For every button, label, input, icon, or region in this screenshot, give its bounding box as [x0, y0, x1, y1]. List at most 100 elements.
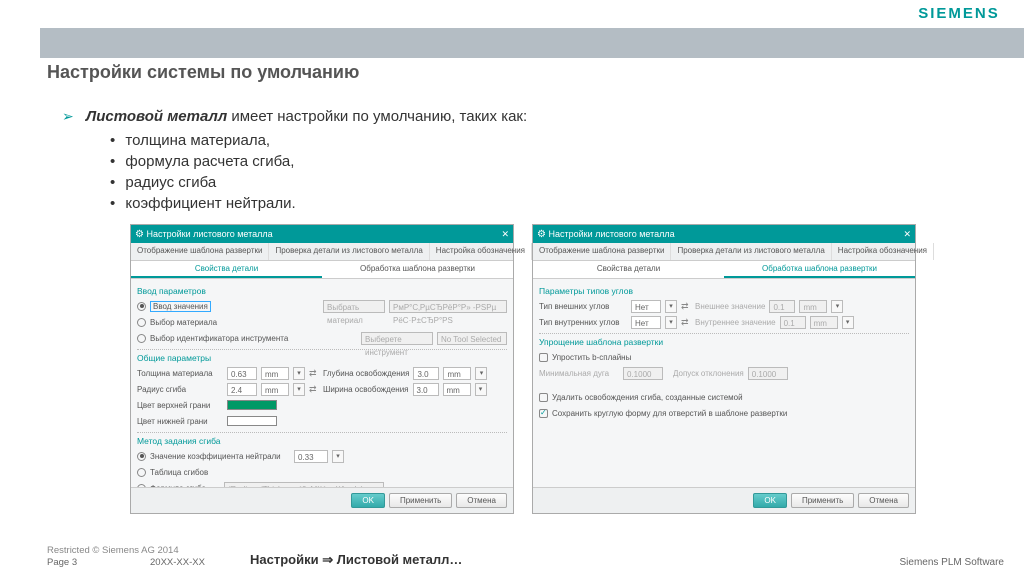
group-corner-params: Параметры типов углов: [539, 283, 909, 298]
top-color-swatch[interactable]: [227, 400, 277, 410]
close-icon[interactable]: ✕: [501, 229, 509, 240]
relief-depth-label: Глубина освобождения: [323, 369, 409, 378]
bottom-color-swatch[interactable]: [227, 416, 277, 426]
dialog-titlebar[interactable]: ⚙ Настройки листового металла ✕: [131, 225, 513, 243]
footer-page: Page 3: [47, 557, 77, 568]
tolerance-label: Допуск отклонения: [673, 369, 744, 378]
link-icon[interactable]: ⇄: [681, 317, 691, 327]
radio-material[interactable]: [137, 318, 146, 327]
chevron-down-icon: ▾: [842, 316, 854, 329]
dialog-titlebar[interactable]: ⚙ Настройки листового металла ✕: [533, 225, 915, 243]
siemens-logo: SIEMENS: [894, 0, 1024, 28]
tab-flat-pattern-display[interactable]: Отображение шаблона развертки: [533, 243, 671, 260]
relief-width-input[interactable]: 3.0: [413, 383, 439, 396]
neutral-factor-input[interactable]: 0.33: [294, 450, 328, 463]
apply-button[interactable]: Применить: [389, 493, 452, 508]
link-icon[interactable]: ⇄: [309, 368, 319, 378]
lower-tabs: Свойства детали Обработка шаблона развер…: [131, 261, 513, 279]
outside-value-label: Внешнее значение: [695, 302, 765, 311]
radio-material-label: Выбор материала: [150, 318, 217, 327]
outside-unit: mm: [799, 300, 827, 313]
chevron-down-icon[interactable]: ▾: [293, 367, 305, 380]
settings-dialog-part-properties: ⚙ Настройки листового металла ✕ Отображе…: [130, 224, 514, 514]
inside-corner-select[interactable]: Нет: [631, 316, 661, 329]
chevron-down-icon[interactable]: ▾: [475, 367, 487, 380]
ok-button[interactable]: OK: [753, 493, 787, 508]
cancel-button[interactable]: Отмена: [456, 493, 507, 508]
tab-part-properties[interactable]: Свойства детали: [533, 261, 724, 278]
tab-annotation[interactable]: Настройка обозначения: [430, 243, 532, 260]
intro-strong: Листовой металл: [86, 108, 227, 125]
check-simplify-bsplines[interactable]: [539, 353, 548, 362]
group-parameter-entry: Ввод параметров: [137, 283, 507, 298]
tab-flat-pattern-treatment[interactable]: Обработка шаблона развертки: [724, 261, 915, 278]
relief-width-label: Ширина освобождения: [323, 385, 409, 394]
inside-value-input: 0.1: [780, 316, 806, 329]
close-icon[interactable]: ✕: [903, 229, 911, 240]
bend-table-label: Таблица сгибов: [150, 468, 208, 477]
chevron-down-icon[interactable]: ▾: [332, 450, 344, 463]
relief-depth-unit[interactable]: mm: [443, 367, 471, 380]
bend-radius-unit[interactable]: mm: [261, 383, 289, 396]
group-global-params: Общие параметры: [137, 349, 507, 365]
outside-corner-label: Тип внешних углов: [539, 302, 627, 311]
gear-icon: ⚙: [537, 229, 546, 240]
inside-corner-label: Тип внутренних углов: [539, 318, 627, 327]
arrow-icon: ➢: [62, 108, 74, 124]
group-simplify: Упрощение шаблона развертки: [539, 333, 909, 349]
tab-flat-pattern-treatment[interactable]: Обработка шаблона развертки: [322, 261, 513, 278]
footer-date: 20XX-XX-XX: [150, 557, 205, 568]
inside-unit: mm: [810, 316, 838, 329]
check-remove-relief[interactable]: [539, 393, 548, 402]
ok-button[interactable]: OK: [351, 493, 385, 508]
tab-part-validation[interactable]: Проверка детали из листового металла: [269, 243, 429, 260]
chevron-down-icon[interactable]: ▾: [475, 383, 487, 396]
relief-depth-input[interactable]: 3.0: [413, 367, 439, 380]
radio-tool-id[interactable]: [137, 334, 146, 343]
min-arc-input: 0.1000: [623, 367, 663, 380]
footer-restricted: Restricted © Siemens AG 2014: [47, 545, 179, 556]
dialog-title: Настройки листового металла: [146, 229, 272, 239]
settings-dialog-flat-pattern: ⚙ Настройки листового металла ✕ Отображе…: [532, 224, 916, 514]
cancel-button[interactable]: Отмена: [858, 493, 909, 508]
radio-bend-table[interactable]: [137, 468, 146, 477]
chevron-down-icon[interactable]: ▾: [293, 383, 305, 396]
thickness-input[interactable]: 0.63: [227, 367, 257, 380]
tool-select-button[interactable]: Выберете инструмент: [361, 332, 433, 345]
bullet-list: толщина материала, формула расчета сгиба…: [110, 130, 296, 214]
tab-part-validation[interactable]: Проверка детали из листового металла: [671, 243, 831, 260]
intro-rest: имеет настройки по умолчанию, таких как:: [227, 108, 527, 125]
radio-value-entry-label: Ввод значения: [150, 301, 211, 312]
top-color-label: Цвет верхней грани: [137, 401, 223, 410]
neutral-factor-label: Значение коэффициента нейтрали: [150, 452, 290, 461]
outside-value-input: 0.1: [769, 300, 795, 313]
chevron-down-icon[interactable]: ▾: [665, 300, 677, 313]
radio-value-entry[interactable]: [137, 302, 146, 311]
keep-round-label: Сохранить круглую форму для отверстий в …: [552, 409, 787, 418]
intro-text: ➢ Листовой металл имеет настройки по умо…: [62, 108, 527, 125]
thickness-unit[interactable]: mm: [261, 367, 289, 380]
group-bend-method: Метод задания сгиба: [137, 432, 507, 448]
simplify-bsplines-label: Упростить b-сплайны: [552, 353, 631, 362]
radio-neutral-factor[interactable]: [137, 452, 146, 461]
tab-annotation[interactable]: Настройка обозначения: [832, 243, 934, 260]
check-keep-round[interactable]: [539, 409, 548, 418]
material-value: PмP°C‚PµCЂРёP°P» -PSPµ PёC·P±CЂP°PS: [389, 300, 507, 313]
upper-tabs: Отображение шаблона развертки Проверка д…: [131, 243, 513, 261]
apply-button[interactable]: Применить: [791, 493, 854, 508]
chevron-down-icon[interactable]: ▾: [665, 316, 677, 329]
footer-brand: Siemens PLM Software: [900, 557, 1005, 568]
material-select-button[interactable]: Выбрать материал: [323, 300, 385, 313]
remove-relief-label: Удалить освобождения сгиба, созданные си…: [552, 393, 743, 402]
bullet-item: толщина материала,: [110, 130, 296, 151]
tab-flat-pattern-display[interactable]: Отображение шаблона развертки: [131, 243, 269, 260]
link-icon[interactable]: ⇄: [309, 384, 319, 394]
bend-radius-input[interactable]: 2.4: [227, 383, 257, 396]
min-arc-label: Минимальная дуга: [539, 369, 619, 378]
dialog-title: Настройки листового металла: [548, 229, 674, 239]
outside-corner-select[interactable]: Нет: [631, 300, 661, 313]
link-icon[interactable]: ⇄: [681, 301, 691, 311]
tab-part-properties[interactable]: Свойства детали: [131, 261, 322, 278]
relief-width-unit[interactable]: mm: [443, 383, 471, 396]
bullet-item: радиус сгиба: [110, 172, 296, 193]
